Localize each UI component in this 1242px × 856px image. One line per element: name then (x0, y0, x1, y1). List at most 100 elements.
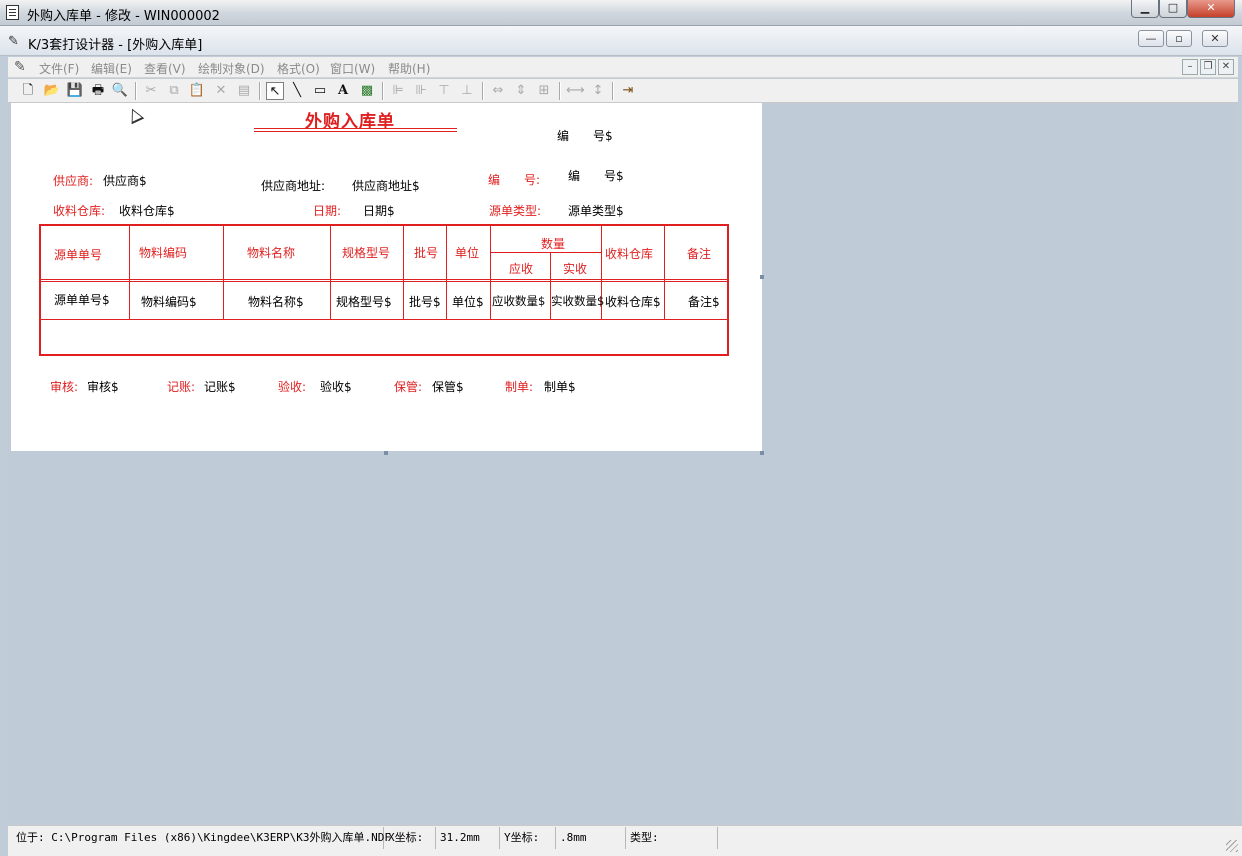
cell-spec[interactable]: 规格型号$ (336, 293, 392, 310)
child-close-button[interactable]: ✕ (1218, 59, 1234, 75)
page-resize-handle-bottom[interactable] (384, 451, 388, 455)
status-bar: 位于: C:\Program Files (x86)\Kingdee\K3ERP… (8, 825, 1242, 856)
line-tool-icon[interactable]: ╲ (288, 82, 306, 100)
cell-qty-actual[interactable]: 实收数量$ (551, 293, 604, 309)
menu-view[interactable]: 查看(V) (144, 60, 186, 77)
header-material-code[interactable]: 物料编码 (139, 244, 187, 261)
keeper-field[interactable]: 保管$ (432, 378, 464, 395)
supplier-address-field[interactable]: 供应商地址$ (352, 177, 420, 194)
header-spec[interactable]: 规格型号 (342, 244, 390, 261)
page-resize-handle-right[interactable] (760, 275, 764, 279)
date-field[interactable]: 日期$ (363, 202, 395, 219)
menu-window[interactable]: 窗口(W) (330, 60, 375, 77)
audit-field[interactable]: 审核$ (87, 378, 119, 395)
header-remark[interactable]: 备注 (687, 245, 711, 262)
header-source-no[interactable]: 源单单号 (54, 246, 102, 263)
warehouse-label[interactable]: 收料仓库: (53, 202, 105, 219)
header-qty-actual[interactable]: 实收 (563, 260, 587, 277)
supplier-address-label[interactable]: 供应商地址: (261, 177, 325, 194)
print-icon[interactable]: 🖶 (89, 82, 107, 100)
maker-label[interactable]: 制单: (505, 378, 533, 395)
header-material-name[interactable]: 物料名称 (247, 244, 295, 261)
table-grid-line (490, 252, 602, 253)
vertical-spacing-icon[interactable]: ↕ (589, 82, 607, 100)
supplier-field[interactable]: 供应商$ (103, 172, 147, 189)
document-icon (6, 5, 19, 20)
align-right-icon[interactable]: ⊪ (412, 82, 430, 100)
inspect-field[interactable]: 验收$ (320, 378, 352, 395)
supplier-label[interactable]: 供应商: (53, 172, 93, 189)
status-x-label: X坐标: (384, 827, 436, 849)
child-minimize-button[interactable]: – (1182, 59, 1198, 75)
designer-minimize-button[interactable]: — (1138, 30, 1164, 47)
image-tool-icon[interactable]: ▩ (358, 82, 376, 100)
menu-edit[interactable]: 编辑(E) (91, 60, 132, 77)
menu-bar: ✎ 文件(F) 编辑(E) 查看(V) 绘制对象(D) 格式(O) 窗口(W) … (8, 57, 1238, 78)
new-icon[interactable]: 🗋 (19, 82, 37, 100)
pointer-tool-icon[interactable]: ↖ (266, 82, 284, 100)
same-height-icon[interactable]: ⇕ (512, 82, 530, 100)
header-batch[interactable]: 批号 (414, 244, 438, 261)
designer-close-button[interactable]: ✕ (1202, 30, 1228, 47)
number-label[interactable]: 编 号: (488, 171, 540, 188)
menu-draw-objects[interactable]: 绘制对象(D) (198, 60, 265, 77)
exit-icon[interactable]: ⇥ (619, 82, 637, 100)
horizontal-spacing-icon[interactable]: ⟷ (566, 82, 585, 100)
cell-warehouse[interactable]: 收料仓库$ (605, 293, 661, 310)
designer-maximize-button[interactable]: ▫ (1166, 30, 1192, 47)
menu-format[interactable]: 格式(O) (277, 60, 320, 77)
status-type-label: 类型: (626, 827, 718, 849)
menu-help[interactable]: 帮助(H) (388, 60, 430, 77)
rectangle-tool-icon[interactable]: ▭ (311, 82, 329, 100)
number-top-field[interactable]: 编 号$ (557, 127, 613, 144)
date-label[interactable]: 日期: (313, 202, 341, 219)
inspect-label[interactable]: 验收: (278, 378, 306, 395)
cell-material-code[interactable]: 物料编码$ (141, 293, 197, 310)
title-underline[interactable] (254, 128, 457, 129)
maker-field[interactable]: 制单$ (544, 378, 576, 395)
keeper-label[interactable]: 保管: (394, 378, 422, 395)
save-icon[interactable]: 💾 (66, 82, 84, 100)
cell-unit[interactable]: 单位$ (452, 293, 484, 310)
warehouse-field[interactable]: 收料仓库$ (119, 202, 175, 219)
maximize-button[interactable]: □ (1159, 0, 1187, 18)
align-top-icon[interactable]: ⊤ (435, 82, 453, 100)
cell-source-no[interactable]: 源单单号$ (54, 291, 110, 308)
open-folder-icon[interactable]: 📂 (43, 82, 61, 100)
header-qty-due[interactable]: 应收 (509, 260, 533, 277)
text-tool-icon[interactable]: A (334, 82, 352, 100)
same-size-icon[interactable]: ⊞ (535, 82, 553, 100)
page-resize-handle-corner[interactable] (760, 451, 764, 455)
audit-label[interactable]: 审核: (50, 378, 78, 395)
cell-material-name[interactable]: 物料名称$ (248, 293, 304, 310)
post-field[interactable]: 记账$ (204, 378, 236, 395)
close-button[interactable]: ✕ (1187, 0, 1235, 18)
cell-batch[interactable]: 批号$ (409, 293, 441, 310)
minimize-button[interactable]: ▁ (1131, 0, 1159, 18)
cut-icon[interactable]: ✂ (142, 82, 160, 100)
toolbar-separator (382, 82, 384, 100)
source-type-field[interactable]: 源单类型$ (568, 202, 624, 219)
align-bottom-icon[interactable]: ⊥ (458, 82, 476, 100)
print-preview-icon[interactable]: 🔍 (111, 82, 129, 100)
cell-remark[interactable]: 备注$ (688, 293, 720, 310)
post-label[interactable]: 记账: (167, 378, 195, 395)
header-warehouse[interactable]: 收料仓库 (605, 245, 653, 262)
number-field[interactable]: 编 号$ (568, 167, 624, 184)
source-type-label[interactable]: 源单类型: (489, 202, 541, 219)
cell-qty-due[interactable]: 应收数量$ (492, 293, 545, 309)
header-unit[interactable]: 单位 (455, 244, 479, 261)
header-quantity[interactable]: 数量 (541, 235, 565, 252)
table-grid-line (446, 226, 447, 320)
paste-icon[interactable]: 📋 (188, 82, 206, 100)
system-menu-icon[interactable]: ✎ (14, 59, 26, 75)
properties-icon[interactable]: ▤ (235, 82, 253, 100)
align-left-icon[interactable]: ⊫ (389, 82, 407, 100)
same-width-icon[interactable]: ⇔ (489, 82, 507, 100)
resize-grip-icon[interactable] (1226, 840, 1238, 852)
menu-file[interactable]: 文件(F) (39, 60, 79, 77)
child-restore-button[interactable]: ❐ (1200, 59, 1216, 75)
copy-icon[interactable]: ⧉ (165, 82, 183, 100)
delete-icon[interactable]: ✕ (212, 82, 230, 100)
title-underline-second[interactable] (254, 131, 457, 132)
